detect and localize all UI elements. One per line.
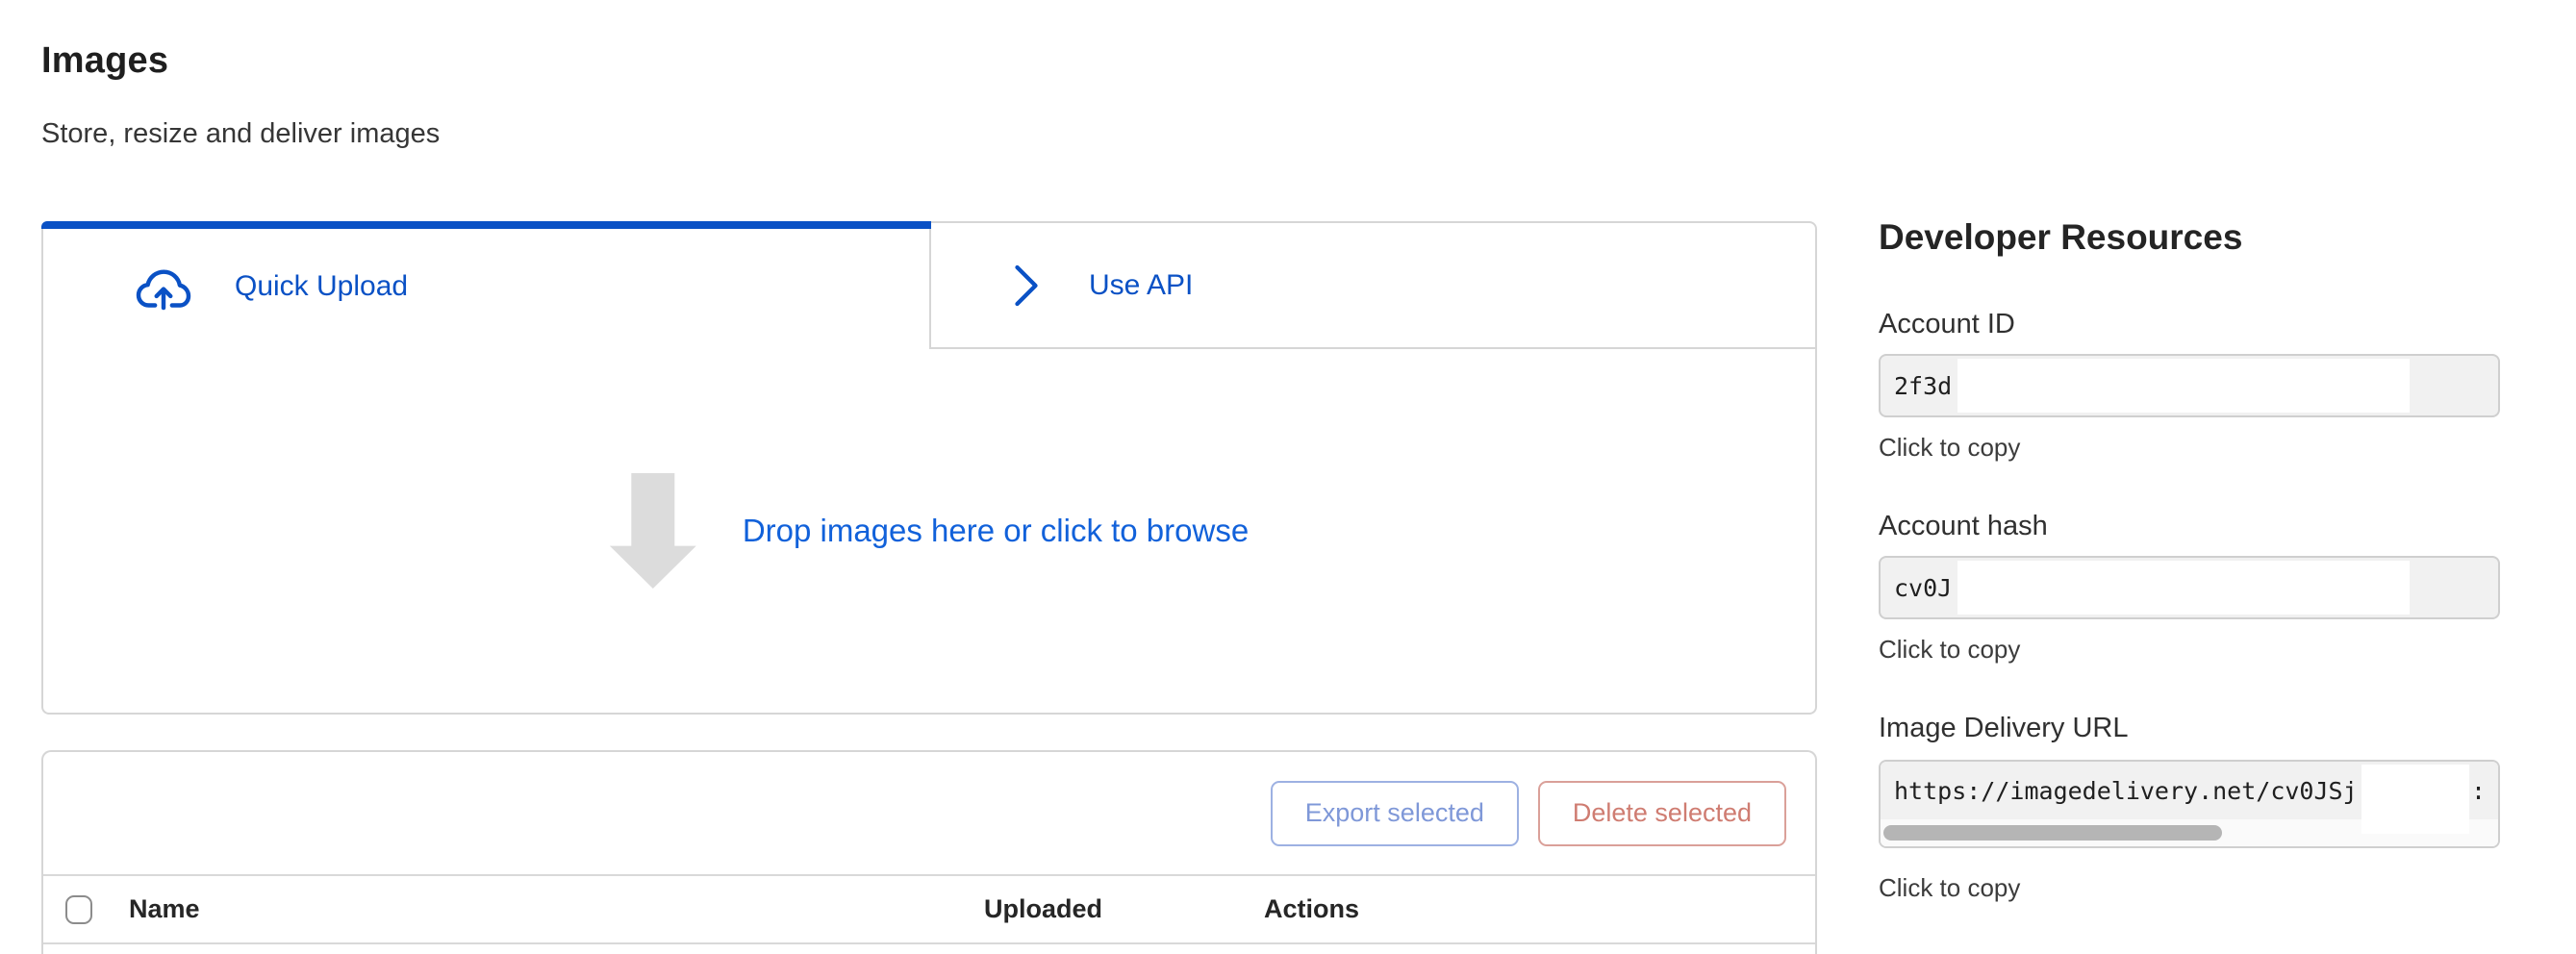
cloud-upload-icon	[133, 262, 194, 312]
developer-resources-title: Developer Resources	[1879, 215, 2500, 260]
image-delivery-url-field[interactable]: https://imagedelivery.net/cv0JSj :	[1879, 760, 2500, 848]
horizontal-scrollbar-thumb[interactable]	[1883, 825, 2222, 841]
active-tab-indicator	[41, 221, 931, 229]
account-hash-field[interactable]: cv0J	[1879, 556, 2500, 619]
tab-quick-upload-label: Quick Upload	[235, 270, 408, 303]
column-header-name: Name	[129, 894, 984, 924]
image-delivery-url-copy-hint: Click to copy	[1879, 873, 2500, 902]
page-title: Images	[41, 38, 1817, 83]
image-delivery-url-value: https://imagedelivery.net/cv0JSj	[1894, 762, 2358, 819]
column-header-actions: Actions	[1264, 894, 1359, 924]
image-dropzone[interactable]: Drop images here or click to browse	[43, 349, 1815, 713]
redaction-overlay	[1957, 359, 2410, 413]
image-list-card: Export selected Delete selected Name Upl…	[41, 750, 1817, 954]
account-id-value: 2f3d	[1894, 356, 1952, 415]
list-toolbar: Export selected Delete selected	[43, 752, 1815, 876]
account-hash-copy-hint: Click to copy	[1879, 635, 2500, 664]
images-page: Images Store, resize and deliver images …	[41, 0, 1817, 954]
redaction-overlay	[2361, 765, 2469, 834]
developer-resources-panel: Developer Resources Account ID 2f3d Clic…	[1879, 0, 2500, 902]
tab-quick-upload[interactable]: Quick Upload	[43, 223, 929, 349]
account-id-field[interactable]: 2f3d	[1879, 354, 2500, 417]
account-id-copy-hint: Click to copy	[1879, 433, 2500, 462]
page-subtitle: Store, resize and deliver images	[41, 117, 1817, 150]
dropzone-label: Drop images here or click to browse	[743, 513, 1249, 549]
column-header-uploaded: Uploaded	[984, 894, 1264, 924]
upload-panel: Quick Upload Use API Drop images here or…	[41, 221, 1817, 715]
table-header-row: Name Uploaded Actions	[43, 876, 1815, 944]
arrow-down-icon	[610, 473, 696, 589]
account-hash-value: cv0J	[1894, 558, 1952, 617]
image-delivery-url-label: Image Delivery URL	[1879, 712, 2500, 744]
tab-use-api[interactable]: Use API	[929, 223, 1815, 349]
redaction-overlay	[1957, 561, 2410, 615]
upload-tabs: Quick Upload Use API	[43, 223, 1815, 349]
export-selected-button[interactable]: Export selected	[1271, 781, 1519, 846]
account-hash-label: Account hash	[1879, 510, 2500, 542]
select-all-checkbox[interactable]	[65, 895, 92, 924]
chevron-right-icon	[1008, 263, 1045, 309]
tab-use-api-label: Use API	[1089, 269, 1193, 302]
delete-selected-button[interactable]: Delete selected	[1538, 781, 1786, 846]
account-id-label: Account ID	[1879, 308, 2500, 340]
image-delivery-url-clipped-char: :	[2471, 762, 2486, 819]
